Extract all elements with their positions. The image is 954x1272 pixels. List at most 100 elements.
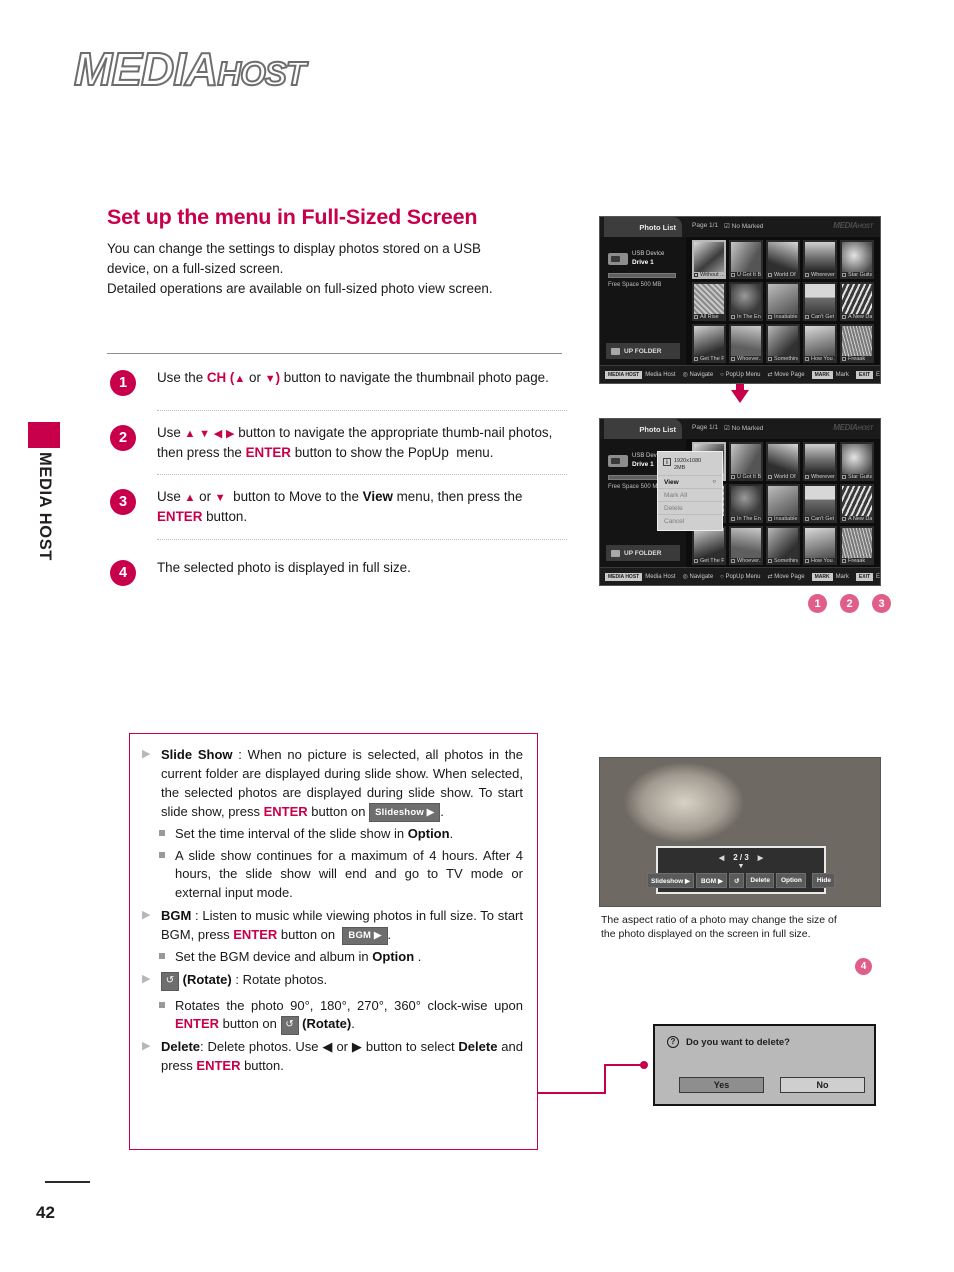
thumbnail-item[interactable]: Something...	[766, 526, 800, 565]
thumbnail-checkbox[interactable]	[805, 357, 809, 361]
thumbnail-checkbox[interactable]	[805, 273, 809, 277]
thumbnail-checkbox[interactable]	[694, 273, 698, 277]
thumbnail-item[interactable]: Insatiable	[766, 484, 800, 523]
footer-exit[interactable]: EXITExit	[855, 572, 880, 581]
thumbnail-label: Something...	[774, 356, 798, 362]
thumbnail-item[interactable]: Can't Get ...	[803, 484, 837, 523]
thumbnail-checkbox[interactable]	[805, 517, 809, 521]
dialog-message: Do you want to delete?	[686, 1036, 790, 1048]
thumbnail-item[interactable]: Wherever	[803, 240, 837, 279]
up-folder-button[interactable]: UP FOLDER	[606, 545, 680, 561]
thumbnail-checkbox[interactable]	[842, 517, 846, 521]
thumbnail-label: Get The P...	[700, 558, 724, 564]
footer-popup-menu[interactable]: ○ PopUp Menu	[720, 372, 760, 378]
thumbnail-item[interactable]: Star Guita	[840, 240, 874, 279]
thumbnail-checkbox[interactable]	[731, 315, 735, 319]
popup-item-view[interactable]: View ○	[658, 475, 722, 488]
thumbnail-checkbox[interactable]	[694, 559, 698, 563]
up-folder-button[interactable]: UP FOLDER	[606, 343, 680, 359]
thumbnail-item[interactable]: Something...	[766, 324, 800, 363]
thumbnail-checkbox[interactable]	[731, 357, 735, 361]
thumbnail-checkbox[interactable]	[768, 357, 772, 361]
thumbnail-item[interactable]: How You ...	[803, 526, 837, 565]
thumbnail-item[interactable]: Whoever...	[729, 324, 763, 363]
thumbnail-image	[694, 284, 724, 314]
thumbnail-checkbox[interactable]	[842, 273, 846, 277]
delete-button[interactable]: Delete	[745, 873, 775, 888]
dialog-yes-button[interactable]: Yes	[679, 1077, 764, 1093]
bgm-button[interactable]: BGM ▶	[696, 873, 728, 888]
thumbnail-item[interactable]: Can't Get ...	[803, 282, 837, 321]
thumbnail-checkbox[interactable]	[842, 559, 846, 563]
footer-move-page[interactable]: ⇄ Move Page	[768, 573, 805, 581]
thumbnail-checkbox[interactable]	[842, 315, 846, 319]
thumbnail-checkbox[interactable]	[842, 357, 846, 361]
bgm-period: .	[387, 927, 392, 943]
thumbnail-checkbox[interactable]	[805, 559, 809, 563]
tv-tab-photo-list[interactable]: Photo List	[604, 419, 682, 439]
thumbnail-item[interactable]: Get The P...	[692, 526, 726, 565]
thumbnail-checkbox[interactable]	[731, 559, 735, 563]
footer-media-host[interactable]: MEDIA HOST Media Host	[605, 572, 676, 581]
thumbnail-item[interactable]: How You ...	[803, 324, 837, 363]
thumbnail-checkbox[interactable]	[768, 273, 772, 277]
thumbnail-checkbox[interactable]	[842, 475, 846, 479]
thumbnail-item[interactable]: Without ...	[692, 240, 726, 279]
thumbnail-checkbox[interactable]	[768, 517, 772, 521]
thumbnail-item[interactable]: World Of	[766, 240, 800, 279]
option-button[interactable]: Option	[776, 873, 807, 888]
thumbnail-item[interactable]: Insatiable	[766, 282, 800, 321]
rotate-button[interactable]: ↺	[729, 873, 744, 888]
arrow-left-icon[interactable]: ◀	[719, 854, 724, 862]
arrow-right-icon[interactable]: ▶	[758, 854, 763, 862]
thumbnail-label: A New Day	[848, 314, 872, 320]
thumbnail-checkbox[interactable]	[768, 475, 772, 479]
tv-screenshot-popup-menu: Photo List Page 1/1 ☑ No Marked MEDIAHOS…	[599, 418, 881, 586]
popup-item-cancel[interactable]: Cancel	[658, 514, 722, 527]
slideshow-tail: button on	[307, 803, 370, 819]
thumbnail-item[interactable]: In The End	[729, 484, 763, 523]
interval-period: .	[449, 825, 454, 841]
popup-item-delete[interactable]: Delete	[658, 501, 722, 514]
thumbnail-checkbox[interactable]	[731, 475, 735, 479]
thumbnail-item[interactable]: Get The P...	[692, 324, 726, 363]
thumbnail-item[interactable]: Freaak	[840, 324, 874, 363]
thumbnail-item[interactable]: A New Day	[840, 282, 874, 321]
thumbnail-item[interactable]: Whoever...	[729, 526, 763, 565]
thumbnail-checkbox[interactable]	[731, 273, 735, 277]
square-bullet-icon	[159, 1001, 165, 1008]
popup-item-mark-all[interactable]: Mark All	[658, 488, 722, 501]
footer-move-page[interactable]: ⇄ Move Page	[768, 371, 805, 379]
slideshow-button[interactable]: Slideshow ▶	[646, 873, 695, 888]
thumbnail-label: How You ...	[811, 558, 835, 564]
thumbnail-item[interactable]: A New Day	[840, 484, 874, 523]
footer-mark[interactable]: MARK Mark	[811, 572, 849, 581]
footer-media-host[interactable]: MEDIA HOST Media Host	[605, 370, 676, 379]
thumbnail-checkbox[interactable]	[694, 357, 698, 361]
thumbnail-item[interactable]: Star Guita	[840, 442, 874, 481]
footer-navigate[interactable]: ◎ Navigate	[683, 573, 714, 581]
thumbnail-item[interactable]: U Got It Bad	[729, 240, 763, 279]
thumbnail-checkbox[interactable]	[768, 315, 772, 319]
thumbnail-item[interactable]: Wherever	[803, 442, 837, 481]
hide-button[interactable]: Hide	[812, 873, 836, 888]
thumbnail-checkbox[interactable]	[694, 315, 698, 319]
thumbnail-item[interactable]: In The End	[729, 282, 763, 321]
thumbnail-item[interactable]: Freaak	[840, 526, 874, 565]
step-4-number: 4	[110, 559, 136, 586]
thumbnail-image	[768, 242, 798, 272]
step-dot-2: 2	[840, 594, 859, 613]
tv-tab-photo-list[interactable]: Photo List	[604, 217, 682, 237]
thumbnail-item[interactable]: World Of	[766, 442, 800, 481]
thumbnail-checkbox[interactable]	[805, 475, 809, 479]
footer-mark[interactable]: MARK Mark	[811, 370, 849, 379]
footer-navigate[interactable]: ◎ Navigate	[683, 371, 714, 379]
footer-exit[interactable]: EXITExit	[855, 370, 880, 379]
thumbnail-checkbox[interactable]	[805, 315, 809, 319]
thumbnail-item[interactable]: U Got It Bad	[729, 442, 763, 481]
thumbnail-checkbox[interactable]	[731, 517, 735, 521]
thumbnail-checkbox[interactable]	[768, 559, 772, 563]
dialog-no-button[interactable]: No	[780, 1077, 865, 1093]
thumbnail-item[interactable]: All Rise	[692, 282, 726, 321]
footer-popup-menu[interactable]: ○ PopUp Menu	[720, 574, 760, 580]
